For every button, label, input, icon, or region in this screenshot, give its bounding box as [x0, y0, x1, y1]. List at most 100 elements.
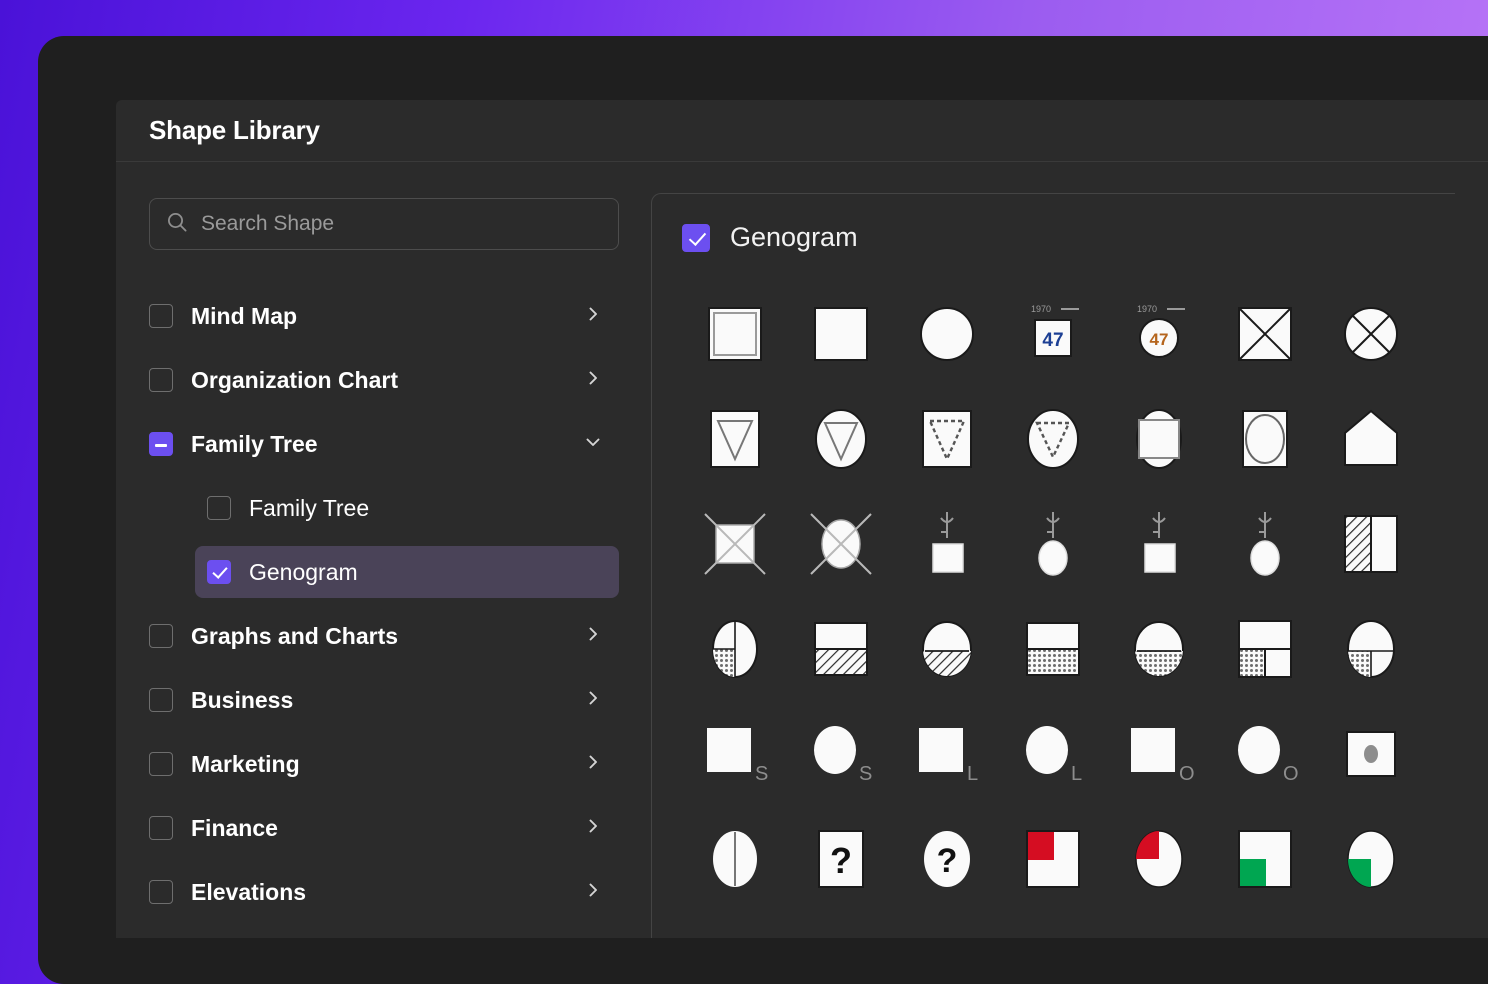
- shape-square-quadrant-dotted[interactable]: [1212, 596, 1318, 701]
- shape-circle-green-quadrant[interactable]: [1318, 806, 1424, 911]
- shape-circle-quarter-dotted[interactable]: [682, 596, 788, 701]
- sidebar-item-elevations[interactable]: Elevations: [149, 866, 619, 918]
- shape-female-pregnancy-triangle-circle[interactable]: [788, 386, 894, 491]
- chevron-right-icon[interactable]: [585, 882, 601, 903]
- genogram-group-label: Genogram: [730, 222, 858, 252]
- sidebar: Mind Map Organization Chart Family Tree Fam…: [116, 162, 651, 938]
- sidebar-item-label: Business: [191, 686, 294, 713]
- shape-male-stem-square-alt[interactable]: [1106, 491, 1212, 596]
- shape-male-separated-S[interactable]: S: [682, 701, 788, 806]
- shape-female-living-L[interactable]: L: [1000, 701, 1106, 806]
- sidebar-item-family-tree[interactable]: Family Tree: [195, 482, 619, 534]
- sidebar-item-checkbox[interactable]: [207, 560, 231, 584]
- sidebar-item-label: Marketing: [191, 750, 300, 777]
- svg-text:47: 47: [1042, 330, 1063, 351]
- shape-female-other-O[interactable]: O: [1212, 701, 1318, 806]
- shape-male-square-plain[interactable]: [788, 281, 894, 386]
- shape-female-dashed-triangle-circle[interactable]: [1000, 386, 1106, 491]
- shape-circle-bottom-dotted[interactable]: [1106, 596, 1212, 701]
- chevron-right-icon[interactable]: [585, 690, 601, 711]
- shape-male-other-O[interactable]: O: [1106, 701, 1212, 806]
- chevron-right-icon[interactable]: [585, 370, 601, 391]
- shape-square-with-dot[interactable]: [1318, 701, 1424, 806]
- sidebar-item-checkbox[interactable]: [207, 496, 231, 520]
- shape-circle-unknown-question[interactable]: ?: [894, 806, 1000, 911]
- shape-house-pentagon[interactable]: [1318, 386, 1424, 491]
- shape-female-with-age-1970-47[interactable]: 1970 47: [1106, 281, 1212, 386]
- search-box[interactable]: [149, 198, 619, 250]
- chevron-right-icon[interactable]: [585, 818, 601, 839]
- shape-circle-over-square[interactable]: [1106, 386, 1212, 491]
- sidebar-item-checkbox[interactable]: [149, 368, 173, 392]
- shapes-panel: Genogram 1970 47 1970 47 S S L L O O??: [651, 193, 1455, 938]
- svg-text:?: ?: [830, 840, 852, 881]
- shape-male-abortion-stem-square[interactable]: [894, 491, 1000, 596]
- shape-male-deceased-x-square[interactable]: [1212, 281, 1318, 386]
- shape-square-bottom-hatched[interactable]: [788, 596, 894, 701]
- sidebar-item-genogram[interactable]: Genogram: [195, 546, 619, 598]
- shape-square-red-quadrant[interactable]: [1000, 806, 1106, 911]
- search-icon: [166, 211, 188, 238]
- shape-square-half-hatched[interactable]: [1318, 491, 1424, 596]
- sidebar-item-checkbox[interactable]: [149, 304, 173, 328]
- shape-square-bottom-dotted[interactable]: [1000, 596, 1106, 701]
- shape-female-death-x-outline[interactable]: [788, 491, 894, 596]
- shape-row: [682, 596, 1455, 701]
- shape-female-abortion-stem-circle[interactable]: [1000, 491, 1106, 596]
- shape-female-separated-S[interactable]: S: [788, 701, 894, 806]
- shape-square-unknown-question[interactable]: ?: [788, 806, 894, 911]
- sidebar-item-mind-map[interactable]: Mind Map: [149, 290, 619, 342]
- shape-circle-bottom-hatched[interactable]: [894, 596, 1000, 701]
- chevron-right-icon[interactable]: [585, 754, 601, 775]
- sidebar-item-checkbox[interactable]: [149, 752, 173, 776]
- shape-library-dialog: Shape Library Mind Map Organization Chart…: [116, 100, 1488, 938]
- shape-male-living-L[interactable]: L: [894, 701, 1000, 806]
- sidebar-item-checkbox[interactable]: [149, 880, 173, 904]
- shape-grid: 1970 47 1970 47 S S L L O O??: [682, 281, 1455, 911]
- svg-text:O: O: [1283, 763, 1299, 785]
- genogram-group-checkbox[interactable]: [682, 223, 710, 252]
- shape-circle-split-vertical[interactable]: [682, 806, 788, 911]
- shape-row: [682, 386, 1455, 491]
- svg-text:47: 47: [1150, 330, 1169, 349]
- sidebar-item-checkbox[interactable]: [149, 688, 173, 712]
- chevron-right-icon[interactable]: [585, 626, 601, 647]
- search-input[interactable]: [201, 212, 602, 236]
- svg-text:?: ?: [937, 842, 958, 880]
- chevron-right-icon[interactable]: [585, 306, 601, 327]
- shape-square-with-circle[interactable]: [1212, 386, 1318, 491]
- svg-text:S: S: [859, 763, 872, 785]
- sidebar-item-label: Family Tree: [249, 494, 370, 521]
- shape-male-dashed-triangle-square[interactable]: [894, 386, 1000, 491]
- shape-male-square[interactable]: [682, 281, 788, 386]
- sidebar-item-checkbox[interactable]: [149, 624, 173, 648]
- sidebar-item-business[interactable]: Business: [149, 674, 619, 726]
- shape-square-green-quadrant[interactable]: [1212, 806, 1318, 911]
- shape-row: S S LL O O: [682, 701, 1455, 806]
- sidebar-item-label: Elevations: [191, 878, 307, 905]
- sidebar-item-graphs-and-charts[interactable]: Graphs and Charts: [149, 610, 619, 662]
- sidebar-item-finance[interactable]: Finance: [149, 802, 619, 854]
- shape-circle-red-quadrant[interactable]: [1106, 806, 1212, 911]
- sidebar-item-marketing[interactable]: Marketing: [149, 738, 619, 790]
- shape-female-stem-circle-alt[interactable]: [1212, 491, 1318, 596]
- shape-row: [682, 491, 1455, 596]
- chevron-down-icon[interactable]: [585, 434, 601, 455]
- shape-male-pregnancy-triangle-square[interactable]: [682, 386, 788, 491]
- shape-female-circle[interactable]: [894, 281, 1000, 386]
- genogram-group-header[interactable]: Genogram: [682, 222, 1455, 253]
- shape-male-with-age-1970-47[interactable]: 1970 47: [1000, 281, 1106, 386]
- shape-circle-quadrant-dotted[interactable]: [1318, 596, 1424, 701]
- shape-female-deceased-x-circle[interactable]: [1318, 281, 1424, 386]
- dialog-header: Shape Library: [116, 100, 1488, 162]
- sidebar-item-family-tree[interactable]: Family Tree: [149, 418, 619, 470]
- sidebar-item-checkbox[interactable]: [149, 432, 173, 456]
- dialog-body: Mind Map Organization Chart Family Tree Fam…: [116, 162, 1488, 938]
- sidebar-item-checkbox[interactable]: [149, 816, 173, 840]
- page-title: Shape Library: [149, 115, 320, 145]
- sidebar-item-organization-chart[interactable]: Organization Chart: [149, 354, 619, 406]
- svg-text:L: L: [967, 763, 978, 785]
- svg-text:O: O: [1179, 763, 1195, 785]
- shape-male-death-x-outline[interactable]: [682, 491, 788, 596]
- sidebar-item-label: Mind Map: [191, 302, 298, 329]
